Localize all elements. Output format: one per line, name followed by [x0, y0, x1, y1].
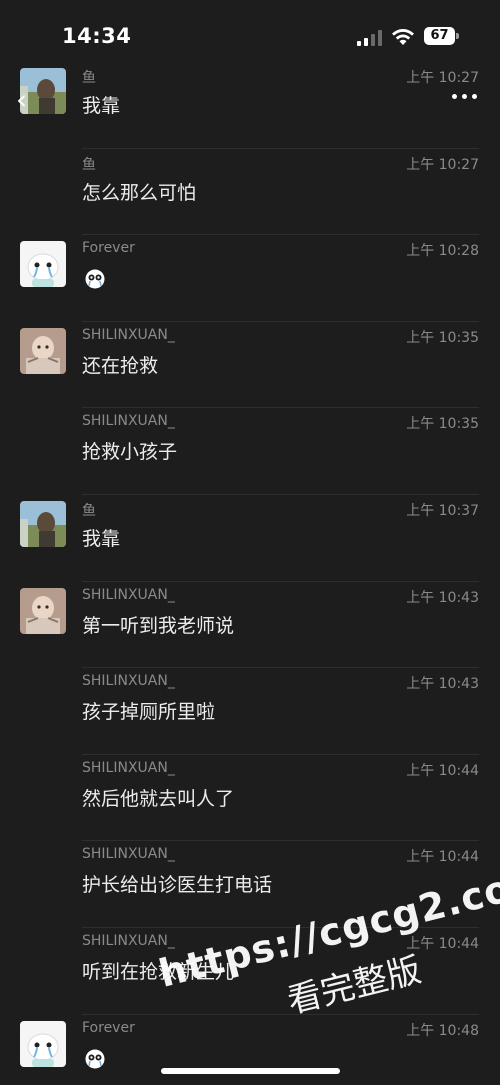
- message-text[interactable]: 怎么那么可怕: [82, 178, 196, 205]
- message-row[interactable]: SHILINXUAN_ 上午 10:43 第一听到我老师说: [0, 582, 500, 669]
- message-sender: SHILINXUAN_: [82, 413, 175, 430]
- message-sender: 鱼: [82, 70, 96, 86]
- wifi-icon: [392, 29, 414, 45]
- message-timestamp: 上午 10:27: [406, 156, 479, 173]
- message-sender: SHILINXUAN_: [82, 846, 175, 863]
- message-timestamp: 上午 10:44: [406, 935, 479, 952]
- cellular-signal-icon: [357, 30, 382, 46]
- crying-emoji-icon: [84, 267, 106, 289]
- message-timestamp: 上午 10:28: [406, 243, 479, 260]
- message-row[interactable]: SHILINXUAN_ 上午 10:35 还在抢救: [0, 322, 500, 409]
- message-sender: 鱼: [82, 502, 96, 519]
- message-sender: 鱼: [82, 156, 96, 173]
- status-time: 14:34: [62, 24, 132, 48]
- message-text[interactable]: 还在抢救: [82, 351, 158, 378]
- message-timestamp: 上午 10:44: [406, 849, 479, 866]
- message-timestamp: 上午 10:43: [406, 589, 479, 606]
- back-chevron-icon[interactable]: ‹: [16, 84, 36, 116]
- message-timestamp: 上午 10:35: [406, 329, 479, 346]
- message-row[interactable]: 鱼 上午 10:27 怎么那么可怕: [0, 149, 500, 236]
- message-row[interactable]: Forever 上午 10:28: [0, 235, 500, 322]
- message-text[interactable]: 然后他就去叫人了: [82, 784, 234, 811]
- message-sender: SHILINXUAN_: [82, 673, 175, 690]
- message-row[interactable]: SHILINXUAN_ 上午 10:35 抢救小孩子: [0, 408, 500, 495]
- message-timestamp: 上午 10:43: [406, 676, 479, 693]
- message-row[interactable]: Forever 上午 10:48: [0, 1015, 500, 1085]
- message-timestamp: 上午 10:48: [406, 1022, 479, 1039]
- message-text[interactable]: 护长给出诊医生打电话: [82, 870, 272, 897]
- message-text[interactable]: 孩子掉厕所里啦: [82, 697, 215, 724]
- battery-level: 67: [430, 28, 449, 43]
- message-sender: Forever: [82, 1019, 135, 1036]
- message-text[interactable]: 抢救小孩子: [82, 437, 177, 464]
- message-timestamp: 上午 10:37: [406, 502, 479, 519]
- message-row[interactable]: 鱼 上午 10:27 我靠: [0, 62, 500, 149]
- more-options-icon[interactable]: [452, 93, 478, 101]
- message-timestamp: 上午 10:35: [406, 416, 479, 433]
- forever-avatar[interactable]: [20, 1020, 66, 1067]
- crying-emoji-icon: [84, 1047, 106, 1069]
- message-list[interactable]: 鱼上午 10:27 我靠鱼上午 10:27 怎么那么可怕 Forever 上午 10:2…: [0, 62, 500, 1085]
- fish-avatar[interactable]: [20, 500, 66, 547]
- shilin-avatar[interactable]: [20, 587, 66, 634]
- message-sender: Forever: [82, 240, 135, 257]
- message-text[interactable]: 我靠: [82, 91, 120, 118]
- message-sender: SHILINXUAN_: [82, 932, 175, 949]
- message-sender: SHILINXUAN_: [82, 759, 175, 776]
- message-row[interactable]: SHILINXUAN_ 上午 10:44 然后他就去叫人了: [0, 755, 500, 842]
- message-row[interactable]: 鱼 上午 10:37 我靠: [0, 495, 500, 582]
- message-timestamp: 上午 10:44: [406, 762, 479, 779]
- message-text[interactable]: 听到在抢救新生儿: [82, 957, 234, 984]
- message-text[interactable]: 我靠: [82, 524, 120, 551]
- message-row[interactable]: SHILINXUAN_ 上午 10:44 护长给出诊医生打电话: [0, 841, 500, 928]
- message-row[interactable]: SHILINXUAN_ 上午 10:44 听到在抢救新生儿: [0, 928, 500, 1015]
- message-text[interactable]: 第一听到我老师说: [82, 611, 234, 638]
- message-sender: SHILINXUAN_: [82, 586, 175, 603]
- message-row[interactable]: SHILINXUAN_ 上午 10:43 孩子掉厕所里啦: [0, 668, 500, 755]
- status-bar: 14:34 67: [0, 0, 500, 64]
- shilin-avatar[interactable]: [20, 327, 66, 374]
- forever-avatar[interactable]: [20, 241, 66, 288]
- home-indicator[interactable]: [161, 1068, 340, 1074]
- message-timestamp: 上午 10:27: [406, 70, 479, 86]
- battery-icon: 67: [424, 27, 459, 45]
- message-sender: SHILINXUAN_: [82, 326, 175, 343]
